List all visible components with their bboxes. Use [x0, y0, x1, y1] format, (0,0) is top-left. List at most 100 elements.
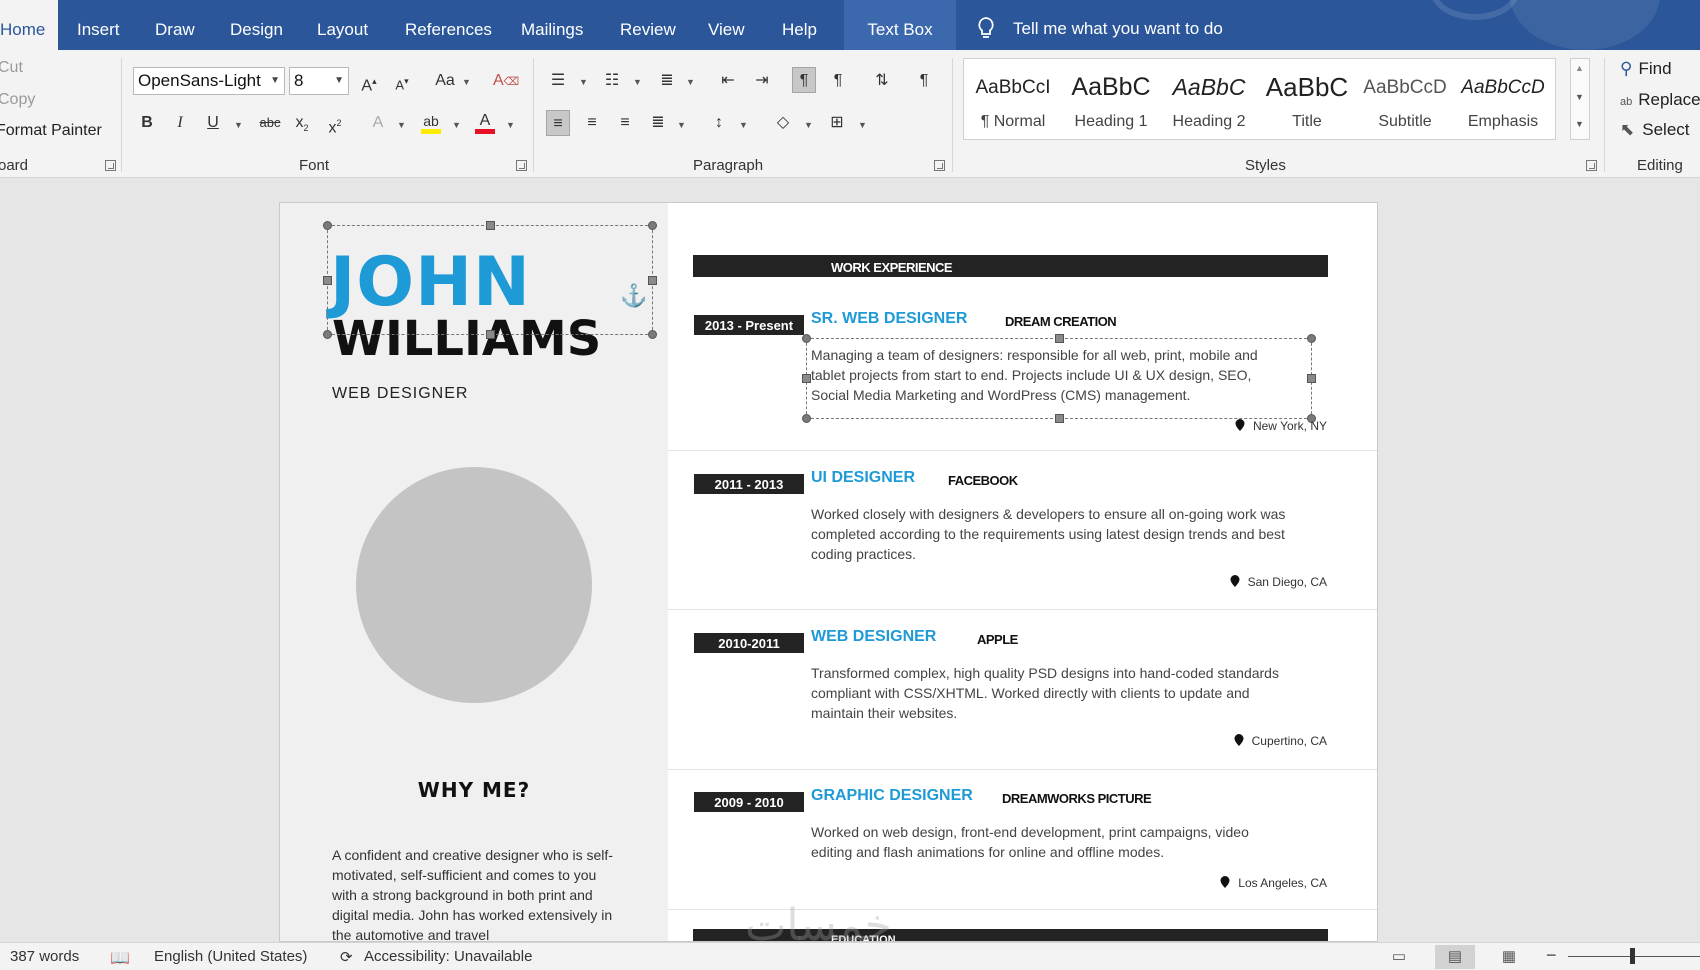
chevron-down-icon[interactable]: ▼	[858, 120, 867, 130]
multilevel-list-icon[interactable]: ≣	[655, 68, 679, 94]
job-description[interactable]: Worked closely with designers & develope…	[811, 504, 1291, 564]
resize-handle[interactable]	[1307, 374, 1316, 383]
align-right-icon[interactable]: ≡	[613, 110, 637, 136]
superscript-icon[interactable]: x2	[323, 110, 347, 136]
align-center-icon[interactable]: ≡	[580, 110, 604, 136]
copy-button[interactable]: Copy	[0, 91, 35, 109]
resize-handle[interactable]	[1307, 334, 1316, 343]
chevron-down-icon[interactable]: ▼	[234, 120, 243, 130]
web-layout-icon[interactable]: ▦	[1489, 945, 1529, 969]
justify-icon[interactable]: ≣	[646, 110, 670, 136]
tab-view[interactable]: View	[708, 0, 745, 50]
resize-handle[interactable]	[648, 330, 657, 339]
job-title[interactable]: UI DESIGNER	[811, 469, 915, 487]
tab-review[interactable]: Review	[620, 0, 676, 50]
proofing-icon[interactable]: 📖	[110, 948, 130, 968]
job-title[interactable]: WEB DESIGNER	[811, 628, 936, 646]
tab-draw[interactable]: Draw	[155, 0, 195, 50]
chevron-down-icon[interactable]: ▼	[397, 120, 406, 130]
style-subtitle[interactable]: AaBbCcD Subtitle	[1356, 59, 1454, 139]
job-location[interactable]: Los Angeles, CA	[1220, 876, 1327, 890]
line-spacing-icon[interactable]: ↕	[707, 110, 731, 136]
tab-home[interactable]: Home	[0, 0, 58, 50]
styles-dialog-launcher[interactable]	[1586, 160, 1597, 171]
bullets-icon[interactable]: ☰	[546, 68, 570, 94]
clear-formatting-icon[interactable]: A⌫	[493, 68, 519, 94]
chevron-down-icon[interactable]: ▼	[1575, 92, 1584, 102]
select-button[interactable]: ⬉ Select	[1620, 120, 1690, 140]
style-title[interactable]: AaBbC Title	[1258, 59, 1356, 139]
resize-handle[interactable]	[323, 276, 332, 285]
chevron-down-icon[interactable]: ▼	[677, 120, 686, 130]
why-me-heading[interactable]: WHY ME?	[280, 778, 668, 802]
more-styles-icon[interactable]: ▼	[1575, 119, 1584, 129]
chevron-down-icon[interactable]: ▼	[739, 120, 748, 130]
job-location[interactable]: Cupertino, CA	[1234, 734, 1327, 748]
cut-button[interactable]: Cut	[0, 59, 23, 77]
chevron-down-icon[interactable]: ▼	[633, 77, 642, 87]
resize-handle[interactable]	[648, 276, 657, 285]
profile-photo-placeholder[interactable]	[356, 467, 592, 703]
sort-icon[interactable]: ⇅	[870, 68, 894, 94]
font-size-dropdown[interactable]: 8 ▼	[289, 67, 349, 95]
job-location[interactable]: San Diego, CA	[1230, 575, 1327, 589]
ltr-direction-icon[interactable]: ¶	[792, 67, 816, 93]
tell-me-search[interactable]: Tell me what you want to do	[975, 0, 1275, 50]
bold-icon[interactable]: B	[135, 110, 159, 136]
chevron-down-icon[interactable]: ▼	[686, 77, 695, 87]
job-dates[interactable]: 2013 - Present	[694, 315, 804, 335]
chevron-up-icon[interactable]: ▲	[1575, 63, 1584, 73]
increase-indent-icon[interactable]: ⇥	[750, 68, 774, 94]
chevron-down-icon[interactable]: ▼	[452, 120, 461, 130]
tab-mailings[interactable]: Mailings	[521, 0, 583, 50]
replace-button[interactable]: ab Replace	[1620, 90, 1700, 110]
job-description[interactable]: Worked on web design, front-end developm…	[811, 822, 1281, 862]
chevron-down-icon[interactable]: ▼	[462, 77, 471, 87]
accessibility-icon[interactable]: ⟳	[340, 948, 353, 966]
job-title[interactable]: GRAPHIC DESIGNER	[811, 787, 973, 805]
styles-gallery-scroll[interactable]: ▲ ▼ ▼	[1570, 58, 1590, 140]
resize-handle[interactable]	[1055, 414, 1064, 423]
paragraph-dialog-launcher[interactable]	[934, 160, 945, 171]
chevron-down-icon[interactable]: ▼	[804, 120, 813, 130]
job-company[interactable]: FACEBOOK	[948, 473, 1018, 488]
highlight-icon[interactable]: ab	[419, 108, 443, 134]
print-layout-icon[interactable]: ▤	[1435, 945, 1475, 969]
text-box-selection[interactable]	[323, 221, 657, 339]
resize-handle[interactable]	[802, 334, 811, 343]
job-location[interactable]: New York, NY	[1235, 419, 1327, 433]
zoom-slider-thumb[interactable]	[1630, 948, 1635, 964]
read-mode-icon[interactable]: ▭	[1379, 945, 1419, 969]
zoom-out-button[interactable]: −	[1546, 945, 1557, 966]
style-normal[interactable]: AaBbCcI ¶ Normal	[964, 59, 1062, 139]
font-dialog-launcher[interactable]	[516, 160, 527, 171]
chevron-down-icon[interactable]: ▼	[506, 120, 515, 130]
subscript-icon[interactable]: x2	[290, 110, 314, 136]
job-dates[interactable]: 2011 - 2013	[694, 474, 804, 494]
document-page[interactable]: JOHN WILLIAMS ⚓ WEB DESIGNER WHY ME? A c…	[279, 202, 1378, 942]
job-role[interactable]: WEB DESIGNER	[332, 385, 468, 403]
job-description[interactable]: Transformed complex, high quality PSD de…	[811, 663, 1291, 723]
resize-handle[interactable]	[323, 330, 332, 339]
decrease-indent-icon[interactable]: ⇤	[716, 68, 740, 94]
style-heading-2[interactable]: AaBbC Heading 2	[1160, 59, 1258, 139]
tab-insert[interactable]: Insert	[77, 0, 120, 50]
tab-layout[interactable]: Layout	[317, 0, 368, 50]
style-heading-1[interactable]: AaBbC Heading 1	[1062, 59, 1160, 139]
resize-handle[interactable]	[802, 414, 811, 423]
word-count[interactable]: 387 words	[10, 948, 79, 965]
chevron-down-icon[interactable]: ▼	[579, 77, 588, 87]
language-indicator[interactable]: English (United States)	[154, 948, 307, 965]
style-emphasis[interactable]: AaBbCcD Emphasis	[1454, 59, 1552, 139]
resize-handle[interactable]	[1055, 334, 1064, 343]
job-title[interactable]: SR. WEB DESIGNER	[811, 310, 967, 328]
find-button[interactable]: ⚲ Find	[1620, 59, 1672, 79]
job-description[interactable]: Managing a team of designers: responsibl…	[811, 345, 1291, 405]
text-effects-icon[interactable]: A	[366, 110, 390, 136]
clipboard-dialog-launcher[interactable]	[105, 160, 116, 171]
tab-design[interactable]: Design	[230, 0, 283, 50]
resize-handle[interactable]	[802, 374, 811, 383]
job-company[interactable]: DREAM CREATION	[1005, 314, 1117, 329]
job-company[interactable]: DREAMWORKS PICTURE	[1002, 791, 1152, 806]
font-color-icon[interactable]: A	[473, 108, 497, 134]
